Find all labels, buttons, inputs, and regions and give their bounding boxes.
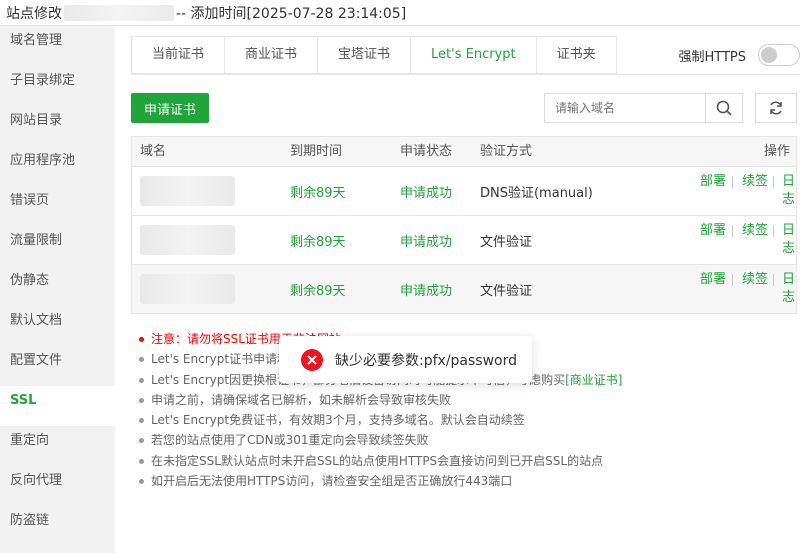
tab-commercial-cert[interactable]: 商业证书: [225, 37, 319, 73]
force-https-label: 强制HTTPS: [678, 49, 746, 65]
table-header: 域名 到期时间 申请状态 验证方式 操作: [132, 137, 796, 167]
renew-link[interactable]: 续签: [742, 271, 768, 289]
table-row: 剩余89天 申请成功 DNS验证(manual) 部署 续签 日志 删除: [132, 167, 796, 216]
error-icon: [301, 348, 323, 371]
renew-link[interactable]: 续签: [742, 173, 768, 191]
expiry-cell: 剩余89天: [290, 185, 346, 201]
deploy-link[interactable]: 部署: [700, 222, 726, 240]
col-domain: 域名: [140, 144, 167, 159]
search-icon: [716, 100, 732, 116]
verify-cell: 文件验证: [480, 283, 533, 299]
redacted-domain: [140, 274, 235, 304]
sidebar-item-redirect[interactable]: 重定向: [0, 426, 115, 466]
expiry-cell: 剩余89天: [290, 283, 346, 299]
redacted-domain: [140, 176, 235, 206]
deploy-link[interactable]: 部署: [700, 271, 726, 289]
refresh-icon: [770, 101, 782, 115]
sidebar-item-default-doc[interactable]: 默认文档: [0, 306, 115, 346]
log-link[interactable]: 日志: [782, 222, 796, 258]
note-item: 申请之前，请确保域名已解析，如未解析会导致审核失败: [137, 390, 697, 410]
status-cell: 申请成功: [400, 185, 453, 201]
commercial-cert-link[interactable]: [商业证书]: [565, 373, 622, 387]
sidebar-item-subdir-binding[interactable]: 子目录绑定: [0, 66, 115, 106]
force-https-toggle[interactable]: [758, 44, 800, 66]
verify-cell: 文件验证: [480, 234, 533, 250]
apply-cert-button[interactable]: 申请证书: [131, 93, 209, 123]
window-title-prefix: 站点修改: [6, 5, 62, 22]
cert-table: 域名 到期时间 申请状态 验证方式 操作 剩余89天 申请成功 DNS验证(ma…: [131, 136, 797, 314]
tabs-divider: [131, 74, 800, 75]
table-row: 剩余89天 申请成功 文件验证 部署 续签 日志 删除: [132, 216, 796, 265]
redacted-domain: [140, 225, 235, 255]
note-item: 在未指定SSL默认站点时未开启SSL的站点使用HTTPS会直接访问到已开启SSL…: [137, 451, 697, 471]
sidebar-item-rewrite[interactable]: 伪静态: [0, 266, 115, 306]
table-row: 剩余89天 申请成功 文件验证 部署 续签 日志 删除: [132, 265, 796, 314]
window-titlebar: 站点修改 -- 添加时间[2025-07-28 23:14:05]: [0, 0, 800, 26]
col-verify: 验证方式: [480, 144, 533, 159]
tab-lets-encrypt[interactable]: Let's Encrypt: [411, 37, 537, 73]
force-https: 强制HTTPS: [678, 44, 800, 66]
sidebar-item-reverse-proxy[interactable]: 反向代理: [0, 466, 115, 506]
sidebar-item-traffic-limit[interactable]: 流量限制: [0, 226, 115, 266]
sidebar-item-site-dir[interactable]: 网站目录: [0, 106, 115, 146]
col-status: 申请状态: [400, 144, 453, 159]
op-divider: [732, 225, 733, 237]
note-item: 如开启后无法使用HTTPS访问，请检查安全组是否正确放行443端口: [137, 471, 697, 491]
main-panel: 当前证书 商业证书 宝塔证书 Let's Encrypt 证书夹 强制HTTPS…: [115, 26, 800, 553]
search-button[interactable]: [705, 94, 742, 122]
renew-link[interactable]: 续签: [742, 222, 768, 240]
toggle-knob: [761, 47, 777, 63]
tab-bt-cert[interactable]: 宝塔证书: [318, 37, 412, 73]
deploy-link[interactable]: 部署: [700, 173, 726, 191]
op-divider: [773, 176, 774, 188]
status-cell: 申请成功: [400, 283, 453, 299]
col-expiry: 到期时间: [290, 144, 343, 159]
error-toast: 缺少必要参数:pfx/password: [279, 336, 532, 383]
log-link[interactable]: 日志: [782, 271, 796, 307]
verify-cell: DNS验证(manual): [480, 185, 593, 201]
domain-search-input[interactable]: [545, 94, 705, 122]
op-divider: [732, 274, 733, 286]
op-divider: [732, 176, 733, 188]
redacted-site-name: [64, 4, 174, 21]
sidebar-item-config-file[interactable]: 配置文件: [0, 346, 115, 386]
sidebar-item-domain[interactable]: 域名管理: [0, 26, 115, 66]
log-link[interactable]: 日志: [782, 173, 796, 209]
toast-message: 缺少必要参数:pfx/password: [335, 352, 517, 369]
sidebar-item-hotlink[interactable]: 防盗链: [0, 506, 115, 546]
op-divider: [773, 225, 774, 237]
sidebar-item-ssl[interactable]: SSL: [0, 386, 115, 426]
op-divider: [773, 274, 774, 286]
tab-cert-folder[interactable]: 证书夹: [537, 37, 616, 73]
sidebar-item-error-page[interactable]: 错误页: [0, 186, 115, 226]
note-item: 若您的站点使用了CDN或301重定向会导致续签失败: [137, 430, 697, 450]
status-cell: 申请成功: [400, 234, 453, 250]
sidebar-item-app-pool[interactable]: 应用程序池: [0, 146, 115, 186]
domain-search: [544, 93, 743, 123]
expiry-cell: 剩余89天: [290, 234, 346, 250]
refresh-button[interactable]: [755, 93, 797, 123]
sidebar: 域名管理 子目录绑定 网站目录 应用程序池 错误页 流量限制 伪静态 默认文档 …: [0, 26, 115, 553]
window-title-suffix: -- 添加时间[2025-07-28 23:14:05]: [176, 5, 407, 22]
col-ops: 操作: [763, 144, 790, 159]
note-item: Let's Encrypt免费证书，有效期3个月，支持多域名。默认会自动续签: [137, 410, 697, 430]
tab-current-cert[interactable]: 当前证书: [132, 37, 226, 73]
cert-tabs: 当前证书 商业证书 宝塔证书 Let's Encrypt 证书夹: [131, 36, 617, 74]
